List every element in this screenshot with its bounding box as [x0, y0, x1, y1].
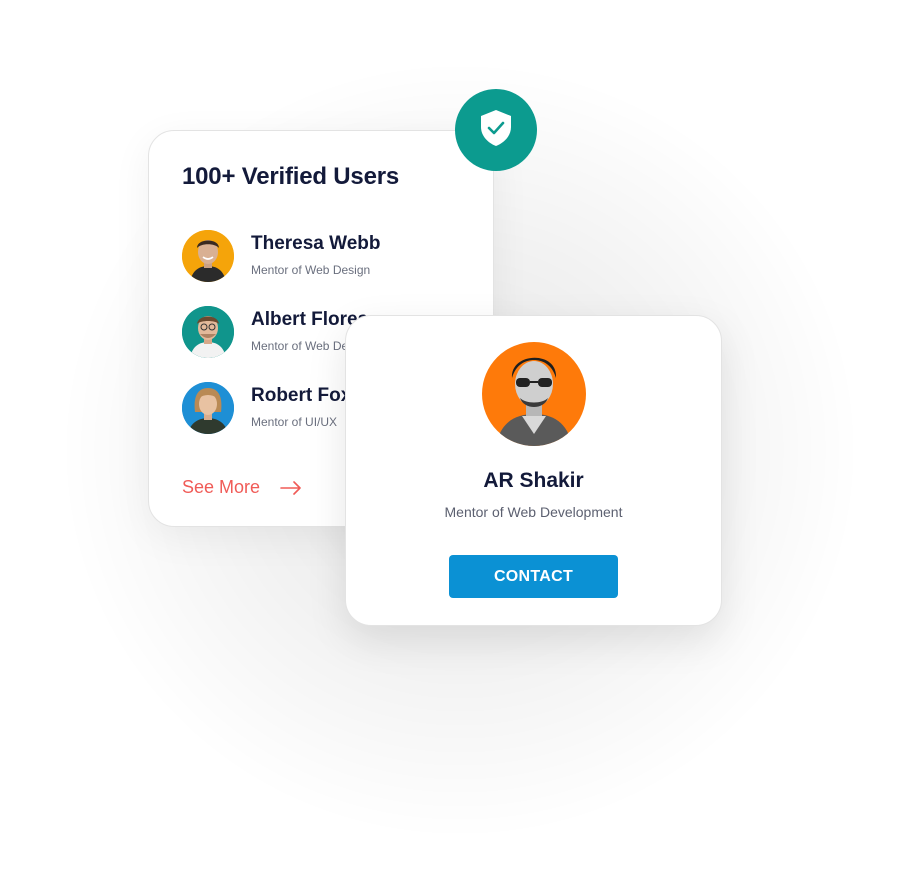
see-more-label: See More [182, 477, 261, 497]
profile-name: AR Shakir [483, 469, 584, 492]
see-more-link[interactable]: See More [182, 477, 302, 498]
avatar [182, 382, 234, 434]
verified-badge [455, 89, 537, 171]
user-name: Theresa Webb [251, 233, 381, 254]
profile-role: Mentor of Web Development [444, 504, 623, 520]
contact-button[interactable]: CONTACT [449, 555, 618, 598]
arrow-right-icon [280, 480, 302, 495]
user-item[interactable]: Theresa Webb Mentor of Web Design [182, 230, 482, 284]
user-name: Robert Fox [251, 385, 352, 406]
user-role: Mentor of UI/UX [251, 415, 338, 429]
avatar [482, 342, 586, 446]
card-title: 100+ Verified Users [182, 163, 400, 190]
profile-card: AR Shakir Mentor of Web Development CONT… [345, 315, 722, 626]
avatar [182, 230, 234, 282]
avatar [182, 306, 234, 358]
shield-check-icon [475, 107, 517, 154]
user-role: Mentor of Web Design [251, 263, 371, 277]
